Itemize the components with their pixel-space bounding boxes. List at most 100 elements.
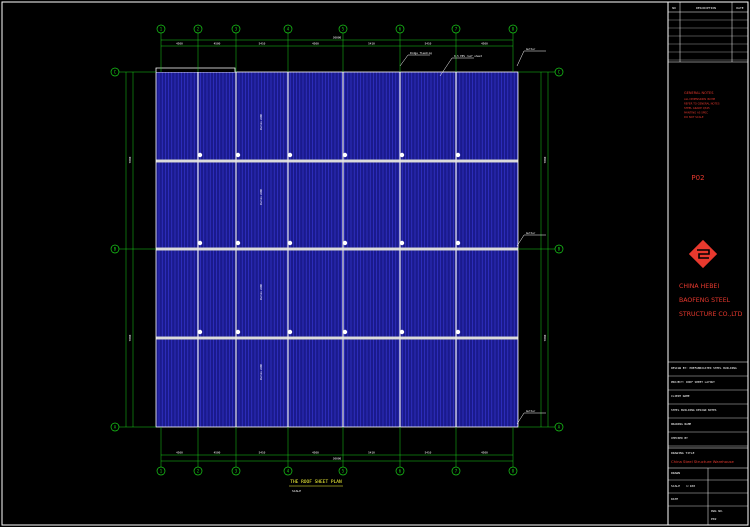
drawing-title-value: China Steel Structure Warehouse xyxy=(671,459,735,464)
purlin-tag: Purlin Z200 xyxy=(260,364,263,380)
note-line: ALL DIMENSIONS IN MM xyxy=(684,97,715,101)
bolt-joint xyxy=(399,152,405,158)
grid-col-label-top: 7 xyxy=(455,27,458,32)
company-line-1: CHINA HEBEI xyxy=(679,283,719,290)
dimension-bottom: 4500 xyxy=(481,451,488,455)
grid-col-label-top: 6 xyxy=(399,27,402,32)
dimension-left: 7000 xyxy=(128,156,132,163)
title-block: NO DESCRIPTION DATE GENERAL NOTES ALL DI… xyxy=(668,2,748,525)
grid-col-label-top: 1 xyxy=(160,27,163,32)
rev-header-description: DESCRIPTION xyxy=(696,6,716,10)
dimension-right: 7000 xyxy=(543,156,547,163)
grid-col-label-top: 5 xyxy=(342,27,345,32)
grid-col-label-top: 4 xyxy=(287,27,290,32)
grid-col-label-bottom: 1 xyxy=(160,469,163,474)
title-field: STEEL BUILDING DESIGN NOTES xyxy=(671,408,717,412)
grid-row-label-left: B xyxy=(114,247,117,252)
bolt-joint xyxy=(342,152,348,158)
dimension-bottom: 5410 xyxy=(368,451,375,455)
drawn-label: DRAWN xyxy=(671,471,680,475)
dimension-top: 4500 xyxy=(312,42,319,46)
general-notes: ALL DIMENSIONS IN MMREFER TO GENERAL NOT… xyxy=(684,97,720,119)
drawing-title-label: DRAWING TITLE xyxy=(671,451,695,455)
date-label: DATE xyxy=(671,497,678,501)
title-field: CLIENT NAME xyxy=(671,394,690,398)
dimension-top: 4500 xyxy=(214,42,221,46)
bolt-joint xyxy=(287,240,293,246)
bolt-joint xyxy=(455,329,461,335)
bolt-joint xyxy=(287,152,293,158)
company-line-3: STRUCTURE CO.,LTD xyxy=(679,311,743,318)
dimension-bottom: 5410 xyxy=(259,451,266,455)
leader-line xyxy=(399,54,409,67)
grid-col-label-bottom: 4 xyxy=(287,469,290,474)
title-field: DESIGN BY: PREFABRICATED STEEL BUILDING xyxy=(671,366,737,370)
bolt-joint xyxy=(235,152,241,158)
bolt-joint xyxy=(399,240,405,246)
bolt-joint xyxy=(197,240,203,246)
grid-row-label-right: C xyxy=(558,70,561,75)
leader-note: Gutter xyxy=(526,47,536,51)
grid-row-label-left: C xyxy=(114,70,117,75)
purlin-tag: Purlin Z200 xyxy=(260,114,263,130)
grid-col-label-top: 8 xyxy=(512,27,515,32)
leader-note: 0.5 EPS roof sheet xyxy=(454,54,483,58)
dimension-top: 5410 xyxy=(368,42,375,46)
scale-value: 1:100 xyxy=(686,484,695,488)
bolt-joint xyxy=(235,329,241,335)
dimension-bottom: 4500 xyxy=(176,451,183,455)
dimension-bottom: 5410 xyxy=(425,451,432,455)
grid-col-label-top: 2 xyxy=(197,27,200,32)
dimension-total-bottom: 30000 xyxy=(333,457,342,461)
grid-row-label-right: A xyxy=(558,425,561,430)
drawing-no-value: P02 xyxy=(711,517,717,521)
bolt-joint xyxy=(342,240,348,246)
grid-col-label-bottom: 8 xyxy=(512,469,515,474)
purlin-tag: Purlin Z200 xyxy=(260,284,263,300)
scale-label: SCALE xyxy=(671,484,680,488)
grid-col-label-bottom: 5 xyxy=(342,469,345,474)
bolt-joint xyxy=(235,240,241,246)
dimension-right: 7000 xyxy=(543,334,547,341)
grid-col-label-bottom: 2 xyxy=(197,469,200,474)
dimension-top: 5410 xyxy=(425,42,432,46)
cad-drawing: 1 1 2 2 3 3 4 4 5 5 6 6 7 7 8 8 4500 4500 5410 4500 5410 5410… xyxy=(1,1,749,526)
drawing-scale: SCALE xyxy=(292,489,301,493)
rev-header-no: NO xyxy=(672,6,676,10)
title-field: PROJECT: ROOF SHEET LAYOUT xyxy=(671,380,715,384)
company-logo xyxy=(688,239,718,269)
bolt-joint xyxy=(455,240,461,246)
bolt-joint xyxy=(342,329,348,335)
note-line: STEEL GRADE Q345 xyxy=(684,106,710,110)
bolt-joint xyxy=(197,152,203,158)
drawing-no-label: DWG NO. xyxy=(711,509,724,513)
rev-header-date: DATE xyxy=(736,6,743,10)
note-line: DO NOT SCALE xyxy=(684,115,704,119)
bolt-joint xyxy=(399,329,405,335)
title-fields: DESIGN BY: PREFABRICATED STEEL BUILDING P… xyxy=(668,366,748,447)
title-field: DRAWING NAME xyxy=(671,422,692,426)
dimension-bottom: 4500 xyxy=(312,451,319,455)
purlin-tag: Purlin Z200 xyxy=(260,189,263,205)
bolt-joint xyxy=(197,329,203,335)
grid-row-label-left: A xyxy=(114,425,117,430)
dimension-top: 4500 xyxy=(481,42,488,46)
grid-col-label-top: 3 xyxy=(235,27,238,32)
dimension-top: 4500 xyxy=(176,42,183,46)
ridge-flashing xyxy=(155,67,236,72)
note-line: PAINTING AS SPEC xyxy=(684,111,708,115)
dimension-top: 5410 xyxy=(259,42,266,46)
drawing-title: THE ROOF SHEET PLAN xyxy=(290,479,342,485)
title-field: CHECKED BY xyxy=(671,436,688,440)
bolt-joint xyxy=(455,152,461,158)
dimension-total-top: 30000 xyxy=(333,36,342,40)
company-line-2: BAOFENG STEEL xyxy=(679,297,731,304)
sheet-code: P02 xyxy=(691,174,704,182)
notes-heading: GENERAL NOTES xyxy=(684,91,714,95)
roof-sheet-plan xyxy=(155,67,519,428)
leader-line xyxy=(516,50,525,67)
note-line: REFER TO GENERAL NOTES xyxy=(684,102,720,106)
dimension-bottom: 4500 xyxy=(214,451,221,455)
grid-col-label-bottom: 6 xyxy=(399,469,402,474)
bolt-joint xyxy=(287,329,293,335)
